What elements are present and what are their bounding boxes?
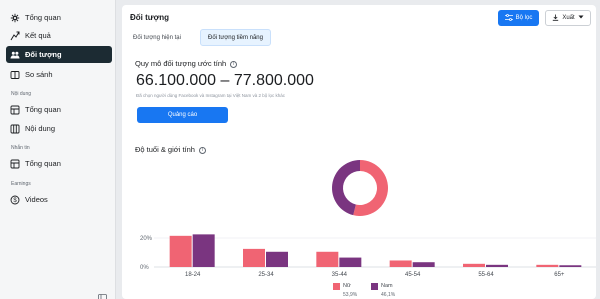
dollar-icon: $ (10, 195, 20, 205)
sidebar-item-content[interactable]: Nội dung (6, 120, 112, 137)
sidebar-item-label: Đối tượng (25, 50, 62, 59)
y-tick-label: 20% (140, 236, 153, 242)
sidebar-item-videos[interactable]: $ Videos (6, 191, 112, 208)
x-tick-label: 65+ (554, 272, 565, 278)
legend-label-female: Nữ (343, 283, 351, 289)
bar-female (536, 264, 559, 267)
legend-swatch-male (371, 283, 378, 290)
sidebar-item-label: Tổng quan (25, 13, 61, 22)
sidebar-item-label: Tổng quan (25, 159, 61, 168)
sidebar-item-content-overview[interactable]: Tổng quan (6, 101, 112, 118)
x-tick-label: 18-24 (185, 272, 201, 278)
sidebar-item-label: Tổng quan (25, 105, 61, 114)
main-panel: Đối tượng Bộ lọc Xuất Đối tượng hiện tại… (122, 5, 596, 299)
bar-female (243, 248, 265, 267)
sidebar-item-audience[interactable]: Đối tượng (6, 46, 112, 63)
sidebar-item-messaging-overview[interactable]: Tổng quan (6, 155, 112, 172)
sidebar-section-earnings: Earnings (11, 181, 31, 187)
sidebar-item-label: Nội dung (25, 124, 56, 133)
overview-icon (10, 13, 20, 23)
sidebar-item-label: Kết quả (25, 31, 51, 40)
bar-male (339, 257, 362, 267)
legend-label-male: Nam (381, 283, 393, 289)
legend-swatch-female (333, 283, 340, 290)
collapse-sidebar-icon[interactable] (98, 289, 107, 299)
sidebar-item-results[interactable]: Kết quả (6, 27, 112, 44)
x-tick-label: 55-64 (478, 272, 494, 278)
y-tick-label: 0% (140, 265, 149, 271)
x-tick-label: 25-34 (258, 272, 274, 278)
bar-female (316, 251, 339, 267)
x-tick-label: 35-44 (332, 272, 348, 278)
sidebar-item-label: So sánh (25, 70, 53, 79)
bar-male (266, 251, 288, 267)
bar-female (463, 263, 485, 267)
legend-pct-female: 53,9% (343, 292, 358, 298)
content-grid-icon (10, 124, 20, 134)
audience-icon (10, 50, 20, 60)
sidebar-item-compare[interactable]: So sánh (6, 66, 112, 83)
sidebar-section-content: Nội dung (11, 91, 32, 97)
compare-icon (10, 70, 20, 80)
sidebar-item-label: Videos (25, 195, 48, 204)
dashboard-icon (10, 105, 20, 115)
sidebar-item-overview[interactable]: Tổng quan (6, 9, 112, 26)
bar-male (559, 265, 582, 267)
bar-female (169, 235, 192, 267)
results-icon (10, 31, 20, 41)
dashboard-icon (10, 159, 20, 169)
age-gender-chart: 20% 0% 18-24 25-34 35-44 45-54 55-64 65+ (140, 160, 596, 278)
x-tick-label: 45-54 (405, 272, 421, 278)
bar-female (389, 260, 412, 267)
sidebar: Tổng quan Kết quả Đối tượng So sánh Nội … (0, 0, 116, 299)
legend-pct-male: 46,1% (381, 292, 396, 298)
svg-text:$: $ (13, 198, 17, 204)
sidebar-section-messaging: Nhắn tin (11, 145, 30, 151)
bar-male (192, 234, 215, 267)
bar-male (486, 264, 508, 267)
bar-male (412, 262, 435, 267)
